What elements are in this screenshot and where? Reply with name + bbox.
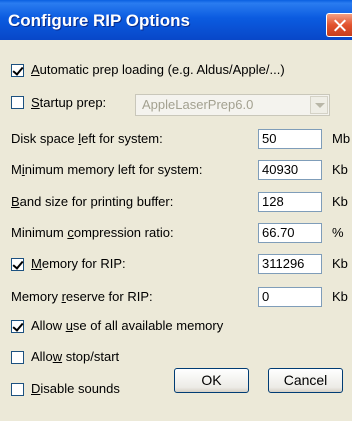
band-size-label: Band size for printing buffer: xyxy=(11,194,174,209)
disk-space-unit: Mb xyxy=(332,131,351,146)
compression-label: Minimum compression ratio: xyxy=(11,225,174,240)
startup-prep-checkbox[interactable] xyxy=(11,96,24,109)
disable-sounds-label[interactable]: Disable sounds xyxy=(31,381,120,397)
band-size-unit: Kb xyxy=(332,194,348,209)
allow-stop-label[interactable]: Allow stop/start xyxy=(31,349,119,365)
disk-space-label: Disk space left for system: xyxy=(11,131,163,146)
auto-prep-label[interactable]: Automatic prep loading (e.g. Aldus/Apple… xyxy=(31,62,285,78)
startup-prep-dropdown[interactable]: AppleLaserPrep6.0 xyxy=(135,94,330,116)
auto-prep-checkbox[interactable] xyxy=(11,64,24,77)
min-memory-unit: Kb xyxy=(332,162,348,177)
window-title: Configure RIP Options xyxy=(8,11,190,30)
allow-stop-checkbox[interactable] xyxy=(11,351,24,364)
cancel-button[interactable]: Cancel xyxy=(268,368,343,393)
startup-prep-label[interactable]: Startup prep: xyxy=(31,95,106,111)
band-size-field[interactable]: 128 xyxy=(258,192,322,212)
allow-all-memory-label[interactable]: Allow use of all available memory xyxy=(31,318,223,334)
compression-unit: % xyxy=(332,225,344,240)
title-bar: Configure RIP Options xyxy=(0,0,352,40)
memory-rip-field[interactable]: 311296 xyxy=(258,254,322,274)
min-memory-label: Minimum memory left for system: xyxy=(11,162,203,177)
chevron-down-icon[interactable] xyxy=(310,96,328,114)
min-memory-field[interactable]: 40930 xyxy=(258,160,322,180)
memory-reserve-field[interactable]: 0 xyxy=(258,287,322,307)
memory-rip-label[interactable]: Memory for RIP: xyxy=(31,256,126,272)
memory-rip-checkbox[interactable] xyxy=(11,258,24,271)
memory-reserve-label: Memory reserve for RIP: xyxy=(11,289,153,304)
memory-reserve-unit: Kb xyxy=(332,289,348,304)
disable-sounds-checkbox[interactable] xyxy=(11,383,24,396)
disk-space-field[interactable]: 50 xyxy=(258,129,322,149)
memory-rip-unit: Kb xyxy=(332,256,348,271)
close-icon[interactable] xyxy=(326,13,352,37)
compression-field[interactable]: 66.70 xyxy=(258,223,322,243)
dialog-body: Automatic prep loading (e.g. Aldus/Apple… xyxy=(0,40,352,421)
startup-prep-value: AppleLaserPrep6.0 xyxy=(142,97,254,112)
allow-all-memory-checkbox[interactable] xyxy=(11,320,24,333)
ok-button[interactable]: OK xyxy=(174,368,249,393)
